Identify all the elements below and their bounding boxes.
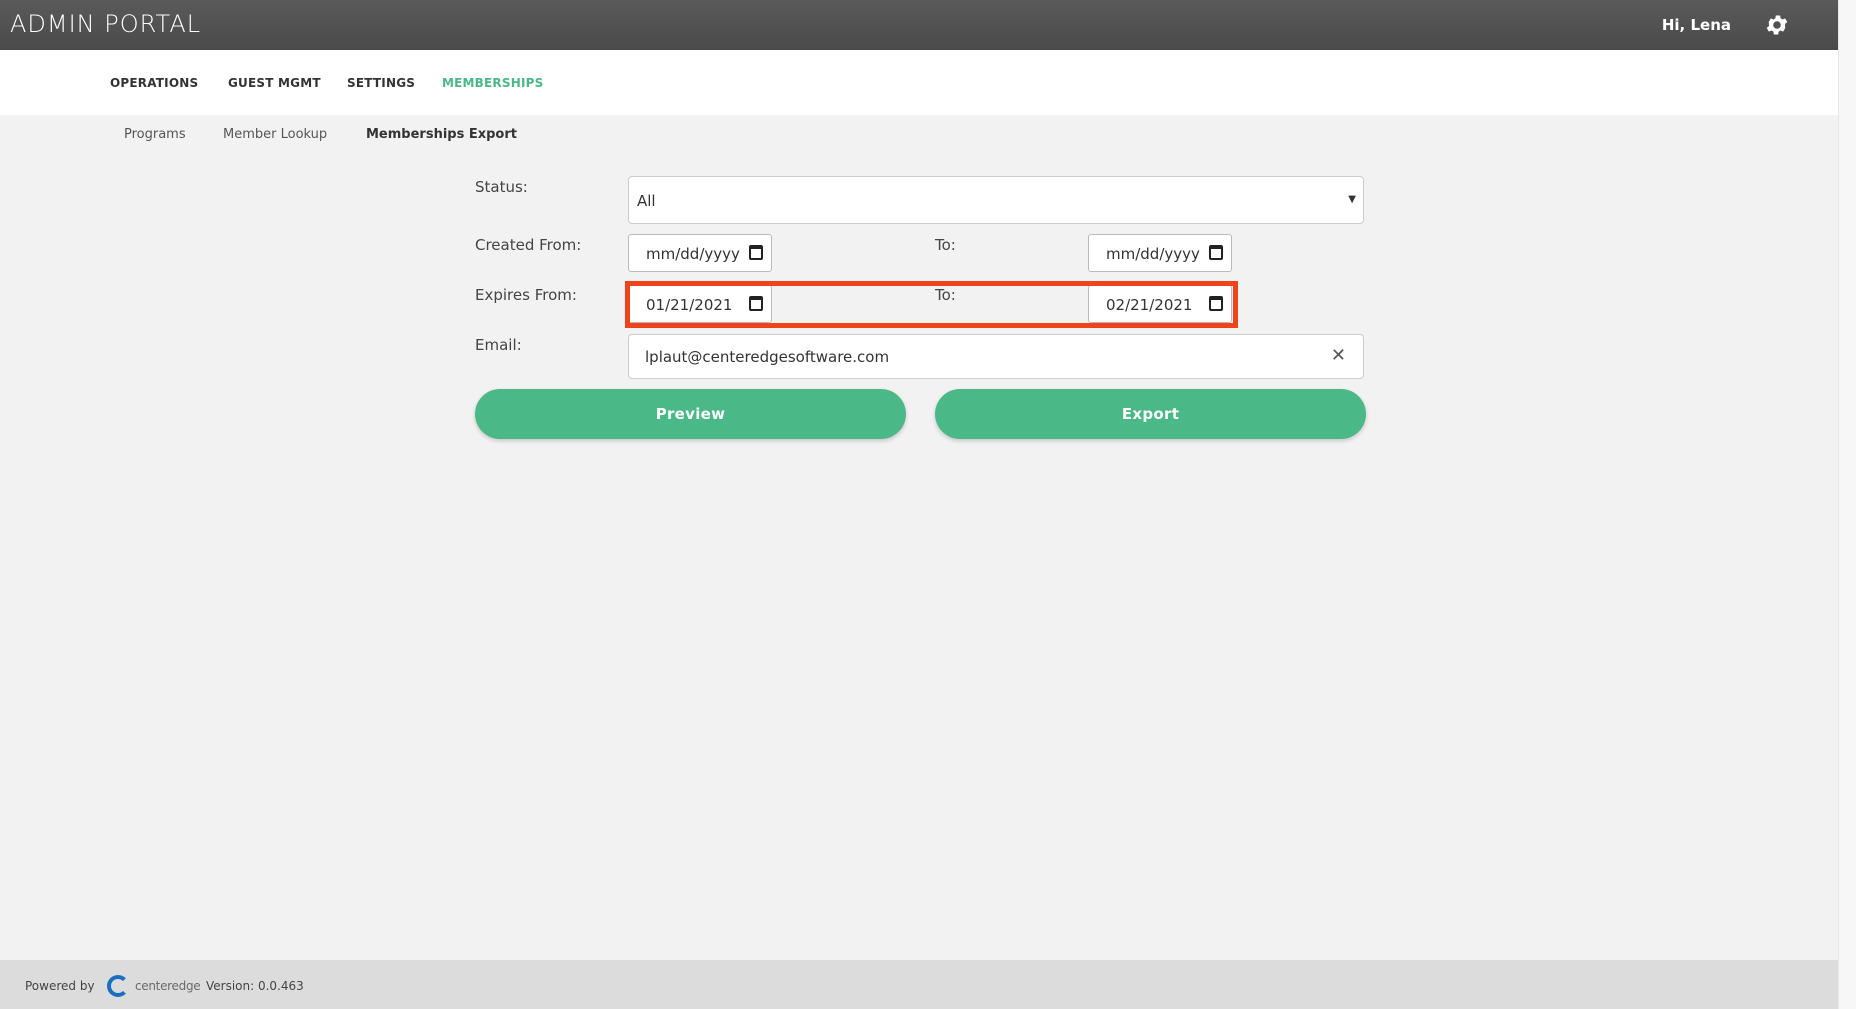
version-text: Version: 0.0.463 (206, 979, 304, 993)
created-from-label: Created From: (475, 236, 582, 254)
subnav-item-member-lookup[interactable]: Member Lookup (223, 127, 327, 142)
export-button[interactable]: Export (935, 389, 1366, 439)
user-greeting[interactable]: Hi, Lena (1662, 16, 1731, 34)
status-select[interactable]: All ▼ (628, 176, 1364, 224)
preview-button[interactable]: Preview (475, 389, 906, 439)
top-bar: ADMIN PORTAL Hi, Lena (0, 0, 1838, 50)
status-label: Status: (475, 178, 528, 196)
powered-by-text: Powered by (25, 979, 95, 993)
nav-item-settings[interactable]: SETTINGS (347, 76, 415, 90)
nav-item-operations[interactable]: OPERATIONS (110, 76, 198, 90)
app-title: ADMIN PORTAL (10, 10, 202, 38)
expires-from-date-input[interactable]: 01/21/2021 (628, 285, 772, 323)
expires-from-value: 01/21/2021 (646, 296, 733, 314)
nav-item-guest-mgmt[interactable]: GUEST MGMT (228, 76, 321, 90)
created-to-value: mm/dd/yyyy (1106, 245, 1200, 263)
subnav-item-programs[interactable]: Programs (124, 127, 186, 142)
expires-to-date-input[interactable]: 02/21/2021 (1088, 285, 1232, 323)
created-to-date-input[interactable]: mm/dd/yyyy (1088, 234, 1232, 272)
status-select-value: All (637, 192, 656, 210)
calendar-icon[interactable] (749, 296, 763, 311)
centeredge-logo: centeredge (107, 975, 201, 999)
page-scrollbar[interactable] (1838, 0, 1856, 1009)
nav-item-memberships[interactable]: MEMBERSHIPS (442, 76, 543, 90)
footer: Powered by centeredge Version: 0.0.463 (0, 960, 1838, 1009)
expires-from-label: Expires From: (475, 286, 577, 304)
expires-to-label: To: (935, 286, 956, 304)
calendar-icon[interactable] (749, 245, 763, 260)
logo-text: centeredge (135, 979, 201, 993)
gear-icon[interactable] (1764, 12, 1790, 38)
created-from-value: mm/dd/yyyy (646, 245, 740, 263)
calendar-icon[interactable] (1209, 296, 1223, 311)
logo-mark-icon (107, 975, 129, 997)
expires-to-value: 02/21/2021 (1106, 296, 1193, 314)
main-nav: OPERATIONS GUEST MGMT SETTINGS MEMBERSHI… (0, 50, 1838, 115)
created-from-date-input[interactable]: mm/dd/yyyy (628, 234, 772, 272)
created-to-label: To: (935, 236, 956, 254)
subnav-item-memberships-export[interactable]: Memberships Export (366, 127, 517, 142)
calendar-icon[interactable] (1209, 245, 1223, 260)
email-field[interactable]: lplaut@centeredgesoftware.com ✕ (628, 334, 1364, 379)
email-value: lplaut@centeredgesoftware.com (645, 348, 890, 366)
close-icon[interactable]: ✕ (1331, 345, 1346, 366)
email-label: Email: (475, 336, 522, 354)
chevron-down-icon: ▼ (1348, 194, 1356, 205)
